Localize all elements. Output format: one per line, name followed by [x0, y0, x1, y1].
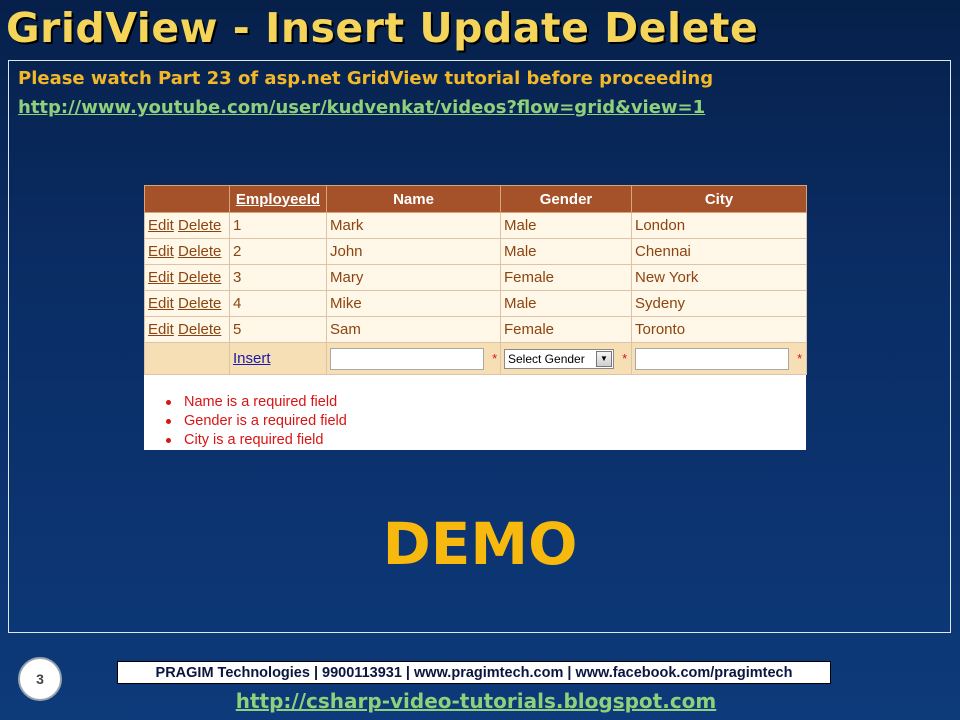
- edit-link[interactable]: Edit: [148, 243, 174, 260]
- cell-name: Mark: [326, 212, 501, 239]
- insert-cell: Insert: [229, 342, 327, 375]
- validation-error: City is a required field: [166, 431, 347, 450]
- cell-gender: Male: [500, 212, 632, 239]
- table-row: Edit Delete 5 Sam Female Toronto: [144, 316, 807, 343]
- validation-error: Name is a required field: [166, 393, 347, 412]
- name-input[interactable]: [330, 347, 484, 370]
- cell-name: John: [326, 238, 501, 265]
- header-gender: Gender: [500, 185, 632, 213]
- grid-header-row: EmployeeId Name Gender City: [144, 185, 807, 213]
- delete-link[interactable]: Delete: [178, 217, 221, 234]
- cell-gender: Male: [500, 290, 632, 317]
- cell-name: Mike: [326, 290, 501, 317]
- delete-link[interactable]: Delete: [178, 295, 221, 312]
- header-employeeid[interactable]: EmployeeId: [229, 185, 327, 213]
- validation-summary: Name is a required field Gender is a req…: [166, 393, 347, 450]
- gender-select-cell: Select Gender ▼ *: [500, 342, 632, 375]
- cell-gender: Female: [500, 264, 632, 291]
- row-commands: Edit Delete: [144, 212, 230, 239]
- row-commands: Edit Delete: [144, 290, 230, 317]
- edit-link[interactable]: Edit: [148, 321, 174, 338]
- cell-employeeid: 2: [229, 238, 327, 265]
- edit-link[interactable]: Edit: [148, 269, 174, 286]
- cell-name: Mary: [326, 264, 501, 291]
- delete-link[interactable]: Delete: [178, 321, 221, 338]
- validation-error: Gender is a required field: [166, 412, 347, 431]
- footer-contact-bar: PRAGIM Technologies | 9900113931 | www.p…: [117, 661, 831, 684]
- city-input-cell: *: [631, 342, 807, 375]
- table-row: Edit Delete 4 Mike Male Sydeny: [144, 290, 807, 317]
- city-required-marker: *: [797, 351, 803, 366]
- demo-label: DEMO: [382, 510, 578, 578]
- cell-employeeid: 3: [229, 264, 327, 291]
- gender-required-marker: *: [622, 351, 628, 366]
- slide-title: GridView - Insert Update Delete: [6, 4, 759, 52]
- edit-link[interactable]: Edit: [148, 295, 174, 312]
- insert-spacer-cell: [144, 342, 230, 375]
- cell-employeeid: 4: [229, 290, 327, 317]
- intro-text: Please watch Part 23 of asp.net GridView…: [18, 68, 714, 89]
- insert-link[interactable]: Insert: [233, 350, 271, 367]
- cell-name: Sam: [326, 316, 501, 343]
- cell-city: Chennai: [631, 238, 807, 265]
- cell-city: Sydeny: [631, 290, 807, 317]
- name-input-cell: *: [326, 342, 501, 375]
- edit-link[interactable]: Edit: [148, 217, 174, 234]
- cell-employeeid: 1: [229, 212, 327, 239]
- gender-select-value: Select Gender: [508, 351, 585, 366]
- intro-link[interactable]: http://www.youtube.com/user/kudvenkat/vi…: [18, 97, 705, 118]
- header-city: City: [631, 185, 807, 213]
- header-employeeid-label[interactable]: EmployeeId: [236, 191, 320, 208]
- delete-link[interactable]: Delete: [178, 243, 221, 260]
- cell-employeeid: 5: [229, 316, 327, 343]
- insert-row: Insert * Select Gender ▼ * *: [144, 342, 807, 375]
- cell-city: Toronto: [631, 316, 807, 343]
- cell-gender: Female: [500, 316, 632, 343]
- delete-link[interactable]: Delete: [178, 269, 221, 286]
- header-commands: [144, 185, 230, 213]
- employee-grid: EmployeeId Name Gender City Edit Delete …: [144, 185, 807, 375]
- name-required-marker: *: [492, 351, 498, 366]
- header-name: Name: [326, 185, 501, 213]
- gridview-panel: EmployeeId Name Gender City Edit Delete …: [144, 185, 807, 450]
- cell-gender: Male: [500, 238, 632, 265]
- table-row: Edit Delete 1 Mark Male London: [144, 212, 807, 239]
- cell-city: New York: [631, 264, 807, 291]
- table-row: Edit Delete 3 Mary Female New York: [144, 264, 807, 291]
- row-commands: Edit Delete: [144, 316, 230, 343]
- chevron-down-icon[interactable]: ▼: [596, 350, 612, 367]
- city-input[interactable]: [635, 347, 789, 370]
- table-row: Edit Delete 2 John Male Chennai: [144, 238, 807, 265]
- row-commands: Edit Delete: [144, 238, 230, 265]
- gender-select[interactable]: Select Gender ▼: [504, 348, 614, 369]
- footer-blog-link[interactable]: http://csharp-video-tutorials.blogspot.c…: [0, 689, 952, 713]
- cell-city: London: [631, 212, 807, 239]
- row-commands: Edit Delete: [144, 264, 230, 291]
